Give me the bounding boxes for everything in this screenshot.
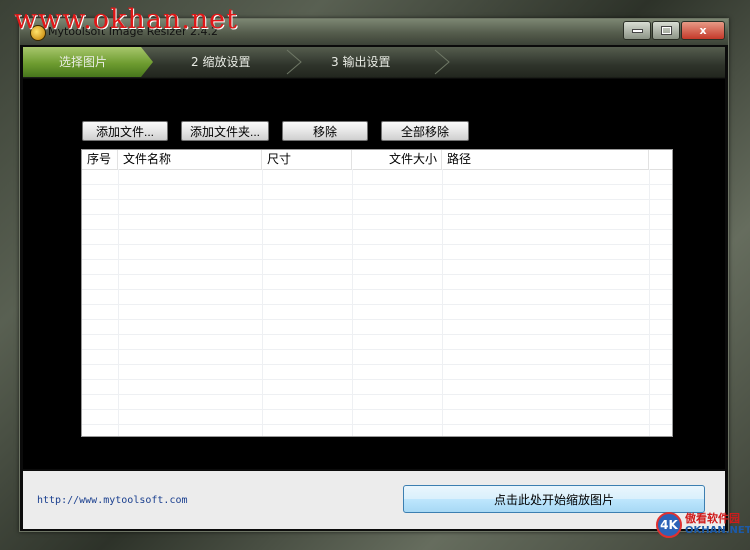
grid-line <box>82 379 672 380</box>
grid-line <box>82 184 672 185</box>
minimize-icon <box>631 28 643 33</box>
grid-line <box>262 169 263 436</box>
close-icon: x <box>699 24 707 37</box>
add-folder-button[interactable]: 添加文件夹... <box>181 121 269 141</box>
app-window: Mytoolsoft Image Resizer 2.4.2 x 选择图片 2 … <box>19 18 729 532</box>
grid-line <box>82 394 672 395</box>
grid-line <box>82 289 672 290</box>
column-header-filename[interactable]: 文件名称 <box>118 150 262 169</box>
grid-line <box>82 334 672 335</box>
grid-line <box>82 409 672 410</box>
chevron-right-icon <box>434 49 450 75</box>
step-label: 选择图片 <box>59 55 108 69</box>
step-output-settings[interactable]: 3 输出设置 <box>331 47 390 77</box>
grid-line <box>82 304 672 305</box>
remove-button[interactable]: 移除 <box>282 121 368 141</box>
column-header-filesize[interactable]: 文件大小 <box>352 150 442 169</box>
maximize-button[interactable] <box>652 21 680 40</box>
remove-all-button[interactable]: 全部移除 <box>381 121 469 141</box>
grid-line <box>649 169 650 436</box>
logo-chinese: 傲看软件园 <box>685 512 740 525</box>
grid-line <box>82 244 672 245</box>
grid-line <box>82 199 672 200</box>
watermark: www.okhan.net <box>14 4 239 35</box>
add-file-button[interactable]: 添加文件... <box>82 121 168 141</box>
grid-line <box>82 229 672 230</box>
chevron-right-icon <box>286 49 302 75</box>
step-label: 3 输出设置 <box>331 55 391 69</box>
grid-line <box>82 319 672 320</box>
footer-bar: http://www.mytoolsoft.com 点击此处开始缩放图片 <box>23 471 725 529</box>
close-button[interactable]: x <box>681 21 725 40</box>
site-logo: 4K 傲看软件园 OKHAN.NET <box>656 512 750 538</box>
grid-line <box>118 169 119 436</box>
grid-line <box>82 349 672 350</box>
grid-line <box>82 214 672 215</box>
start-resize-button[interactable]: 点击此处开始缩放图片 <box>403 485 705 513</box>
logo-mark: 4K <box>656 512 682 538</box>
minimize-button[interactable] <box>623 21 651 40</box>
grid-line <box>82 364 672 365</box>
step-select-images[interactable]: 选择图片 <box>23 47 153 77</box>
column-header-path[interactable]: 路径 <box>442 150 649 169</box>
website-link[interactable]: http://www.mytoolsoft.com <box>37 495 188 506</box>
window-controls: x <box>622 21 725 40</box>
logo-english: OKHAN.NET <box>685 525 750 536</box>
grid-line <box>82 259 672 260</box>
step-label: 2 缩放设置 <box>191 55 251 69</box>
grid-line <box>352 169 353 436</box>
maximize-icon <box>660 26 672 35</box>
wizard-steps: 选择图片 2 缩放设置 3 输出设置 <box>23 47 725 78</box>
table-header: 序号 文件名称 尺寸 文件大小 路径 <box>82 150 672 170</box>
file-list-table[interactable]: 序号 文件名称 尺寸 文件大小 路径 <box>81 149 673 437</box>
grid-line <box>82 424 672 425</box>
column-header-dimensions[interactable]: 尺寸 <box>262 150 352 169</box>
grid-line <box>82 274 672 275</box>
column-header-index[interactable]: 序号 <box>82 150 118 169</box>
grid-line <box>442 169 443 436</box>
step-resize-settings[interactable]: 2 缩放设置 <box>191 47 250 77</box>
